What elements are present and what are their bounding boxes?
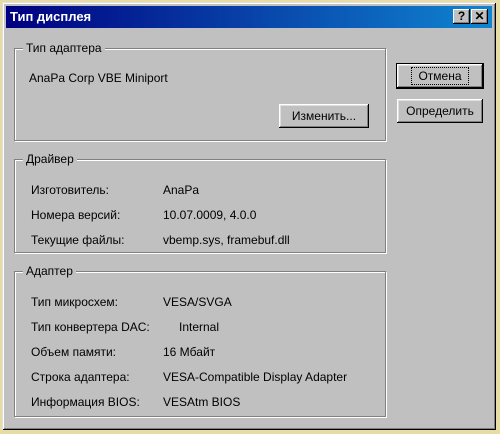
- adapter-legend: Адаптер: [23, 264, 76, 278]
- adapter-string-label: Строка адаптера:: [31, 370, 130, 384]
- adapter-bios-label: Информация BIOS:: [31, 395, 140, 409]
- change-button-label: Изменить...: [291, 109, 357, 123]
- help-icon[interactable]: ?: [453, 9, 470, 24]
- adapter-string-value: VESA-Compatible Display Adapter: [163, 370, 348, 384]
- title-bar[interactable]: Тип дисплея ? ✕: [6, 6, 492, 28]
- cancel-button-label: Отмена: [411, 67, 469, 85]
- detect-button-label: Определить: [406, 104, 474, 118]
- adapter-memory-label: Объем памяти:: [31, 345, 117, 359]
- adapter-name: AnaPa Corp VBE Miniport: [29, 71, 168, 85]
- driver-version-value: 10.07.0009, 4.0.0: [163, 208, 257, 222]
- adapter-dac-label: Тип конвертера DAC:: [31, 320, 150, 334]
- change-button[interactable]: Изменить...: [279, 104, 369, 128]
- adapter-group: Адаптер Тип микросхем: VESA/SVGA Тип кон…: [14, 264, 386, 417]
- driver-files-label: Текущие файлы:: [31, 233, 125, 247]
- adapter-type-legend: Тип адаптера: [23, 41, 105, 55]
- driver-files-value: vbemp.sys, framebuf.dll: [163, 233, 290, 247]
- adapter-bios-value: VESAtm BIOS: [163, 395, 241, 409]
- adapter-type-group: Тип адаптера AnaPa Corp VBE Miniport Изм…: [14, 41, 386, 141]
- driver-manufacturer-label: Изготовитель:: [31, 183, 109, 197]
- cancel-button[interactable]: Отмена: [397, 64, 483, 88]
- adapter-dac-value: Internal: [179, 320, 220, 334]
- display-type-dialog: Тип дисплея ? ✕ Тип адаптера AnaPa Corp …: [2, 2, 496, 430]
- adapter-chip-value: VESA/SVGA: [163, 295, 232, 309]
- detect-button[interactable]: Определить: [397, 99, 483, 123]
- adapter-chip-label: Тип микросхем:: [31, 295, 119, 309]
- driver-version-label: Номера версий:: [31, 208, 121, 222]
- close-icon[interactable]: ✕: [471, 9, 488, 24]
- adapter-memory-value: 16 Мбайт: [163, 345, 216, 359]
- driver-legend: Драйвер: [23, 152, 77, 166]
- driver-manufacturer-value: AnaPa: [163, 183, 200, 197]
- window-title: Тип дисплея: [10, 9, 92, 24]
- driver-group: Драйвер Изготовитель: AnaPa Номера верси…: [14, 152, 386, 253]
